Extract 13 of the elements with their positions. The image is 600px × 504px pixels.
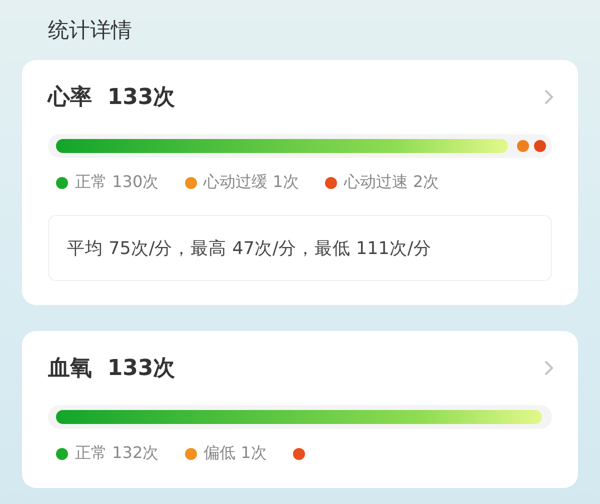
stat-card[interactable]: 血氧 133次 正常 132次 偏低 1次: [22, 331, 578, 488]
metric-title: 血氧 133次: [48, 355, 176, 383]
chevron-right-icon[interactable]: [544, 89, 554, 105]
metric-title: 心率 133次: [48, 84, 176, 112]
legend-label: 心动过缓 1次: [204, 172, 299, 193]
legend-label: 正常 130次: [75, 172, 159, 193]
summary-text: 平均 75次/分，最高 47次/分，最低 111次/分: [67, 239, 432, 259]
legend-label: 心动过速 2次: [344, 172, 440, 193]
stat-card[interactable]: 心率 133次 正常 130次 心动过缓 1次 心动过速 2次 平均 75次/分，最高 47次/分，最低 111次/分: [22, 60, 578, 305]
section-title: 统计详情: [48, 17, 133, 44]
legend-label: 偏低 1次: [204, 443, 267, 464]
legend-label: 正常 132次: [75, 443, 159, 464]
chevron-right-icon[interactable]: [544, 360, 554, 376]
